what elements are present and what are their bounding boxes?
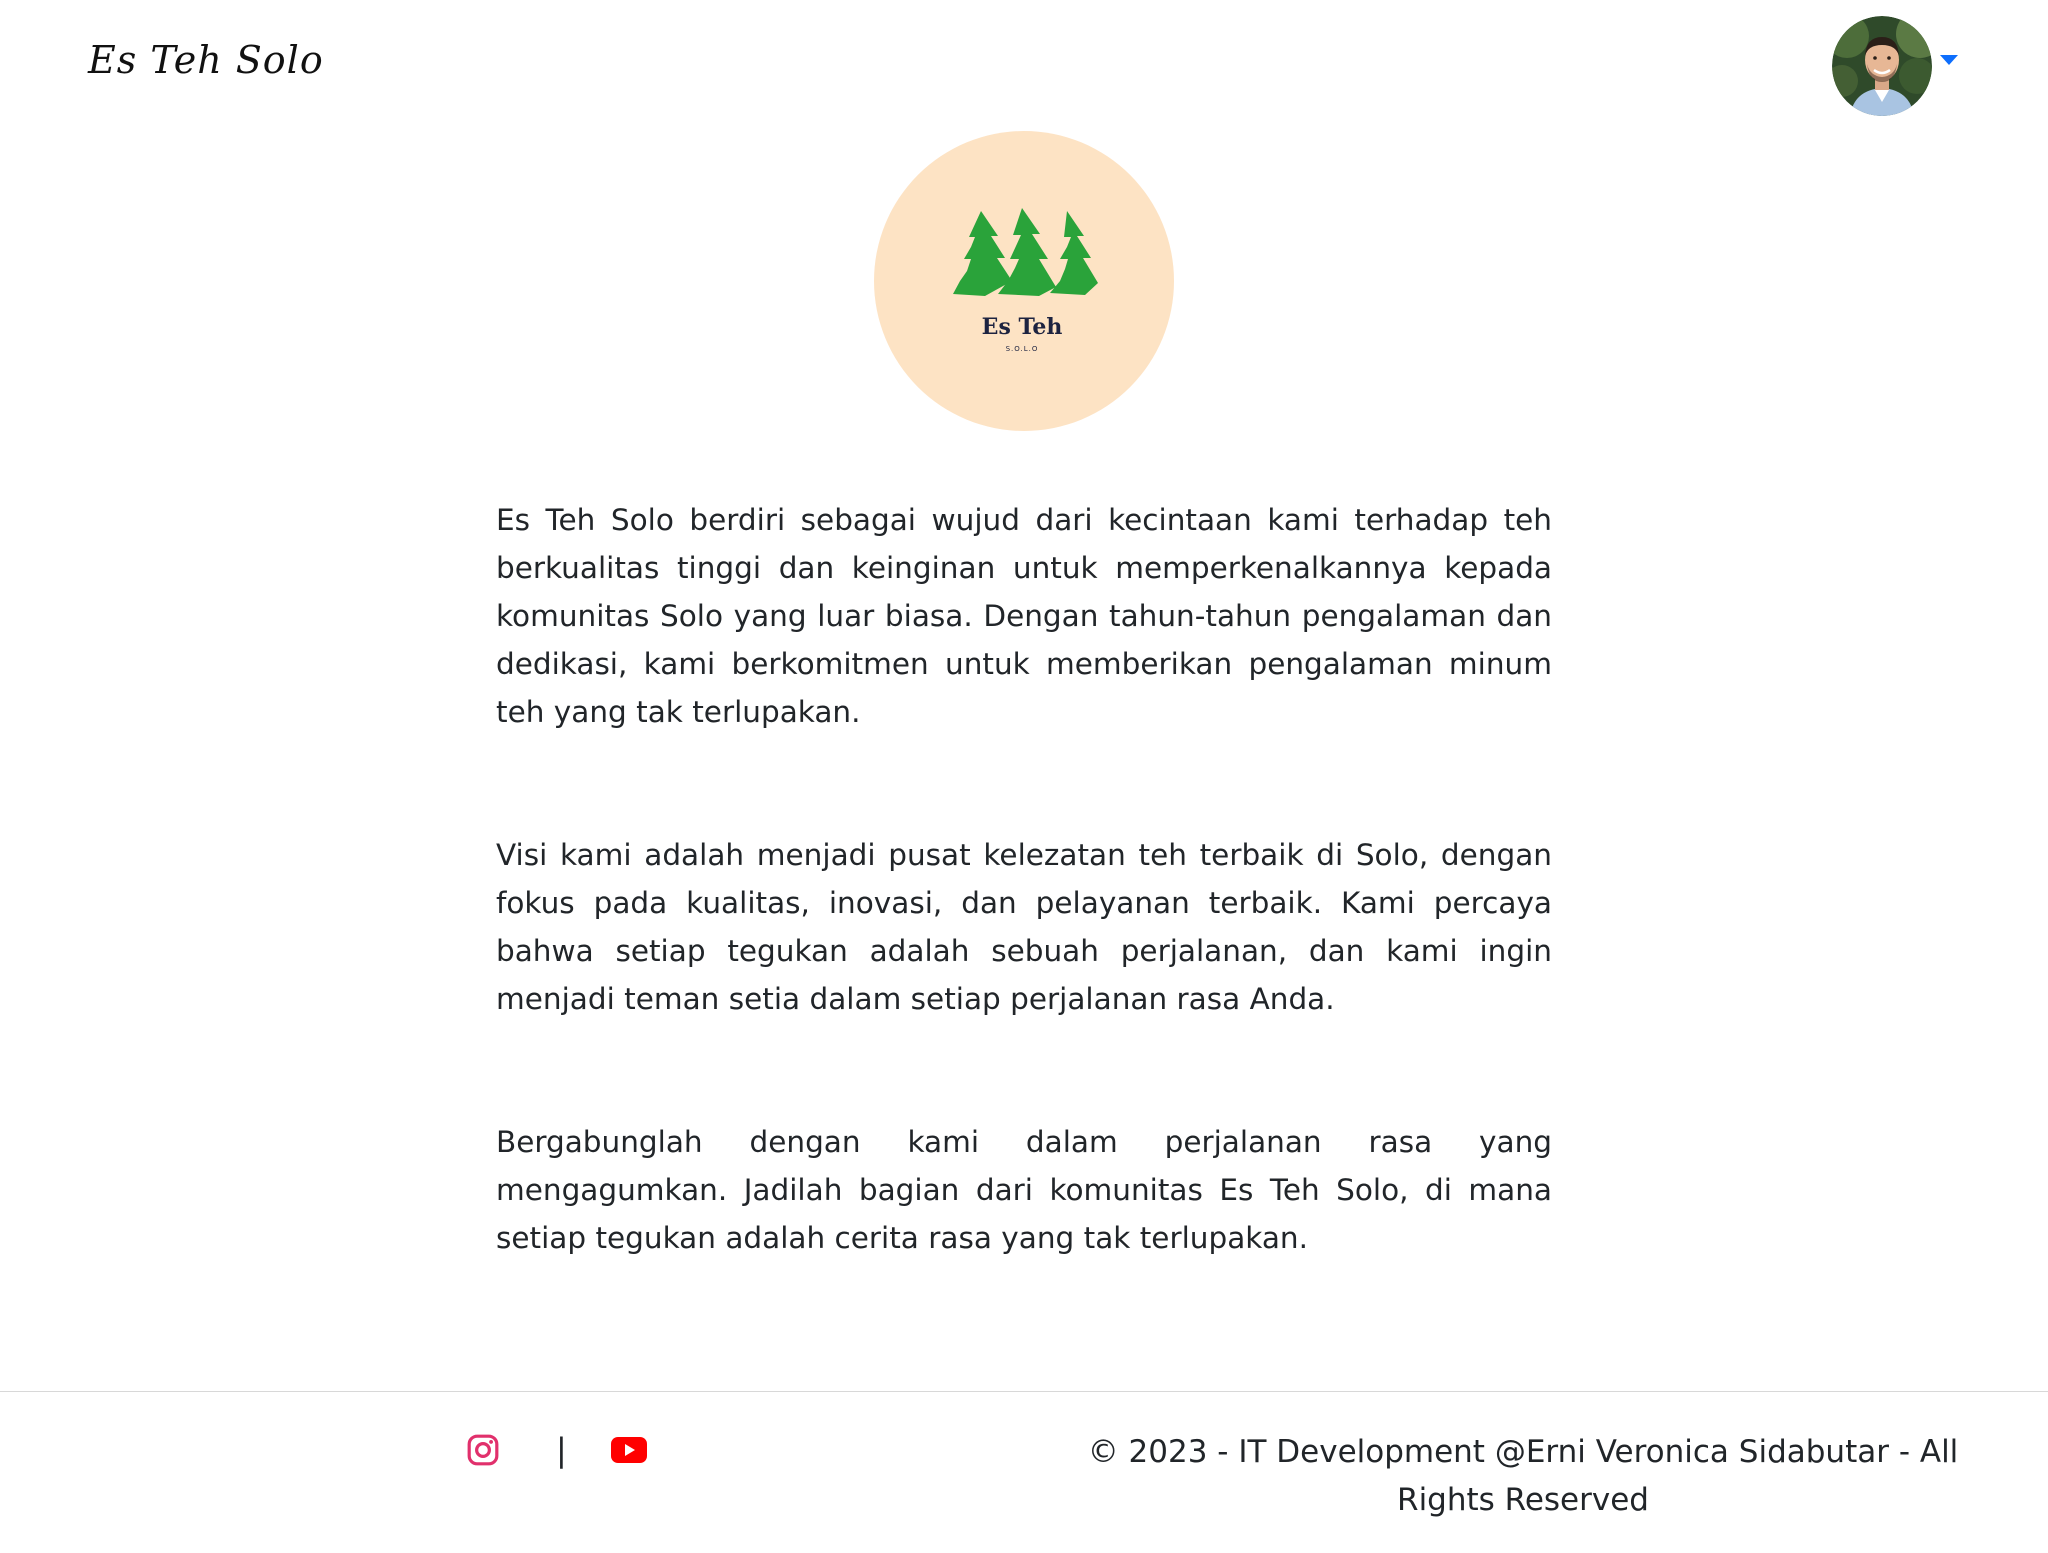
social-separator: |	[556, 1431, 567, 1469]
about-paragraph-1: Es Teh Solo berdiri sebagai wujud dari k…	[496, 503, 1552, 729]
logo-badge: Es Teh S.O.L.O	[874, 131, 1174, 431]
youtube-link[interactable]	[610, 1437, 647, 1463]
user-avatar[interactable]	[1832, 16, 1932, 116]
logo-subtitle: S.O.L.O	[1006, 345, 1039, 353]
company-logo: Es Teh S.O.L.O	[874, 131, 1174, 431]
about-paragraph-2: Visi kami adalah menjadi pusat kelezatan…	[496, 838, 1552, 1016]
navbar: Es Teh Solo	[0, 0, 2048, 130]
profile-dropdown-toggle[interactable]	[1832, 16, 1958, 116]
youtube-icon[interactable]	[610, 1437, 647, 1463]
social-links: |	[466, 1430, 647, 1470]
brand-logo-text[interactable]: Es Teh Solo	[88, 38, 324, 82]
about-content: Es Teh Solo berdiri sebagai wujud dari k…	[496, 496, 1552, 1357]
footer: | © 2023 - IT Development @Erni Veronica…	[0, 1391, 2048, 1553]
caret-down-icon[interactable]	[1940, 55, 1958, 65]
copyright-text: © 2023 - IT Development @Erni Veronica S…	[1087, 1434, 1959, 1518]
about-paragraph-3: Bergabunglah dengan kami dalam perjalana…	[496, 1125, 1552, 1255]
instagram-link[interactable]	[466, 1433, 500, 1467]
logo-title: Es Teh	[982, 314, 1063, 340]
instagram-icon[interactable]	[466, 1433, 500, 1467]
